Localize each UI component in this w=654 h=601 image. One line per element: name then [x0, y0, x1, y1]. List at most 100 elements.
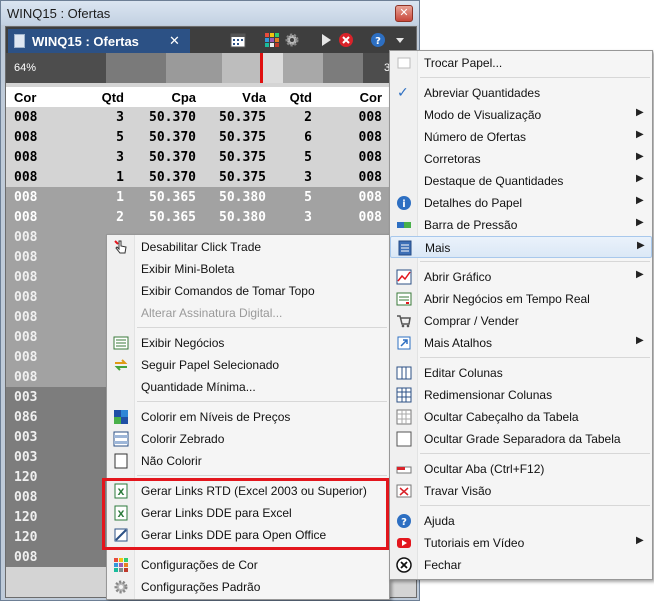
- table-cell: 008: [14, 210, 38, 225]
- table-row[interactable]: 008 3 50.370 50.375 5 008: [6, 147, 416, 167]
- menu-item-ajuda[interactable]: ? Ajuda: [390, 510, 652, 532]
- menu-item-disable-click-trade[interactable]: Desabilitar Click Trade: [107, 236, 389, 258]
- table-cell: 50.370: [149, 170, 196, 185]
- col-header[interactable]: Cor: [14, 90, 36, 105]
- color-grid-icon[interactable]: [264, 32, 280, 48]
- menu-item-label: Alterar Assinatura Digital...: [141, 306, 283, 320]
- menu-item-label: Exibir Mini-Boleta: [141, 262, 235, 276]
- menu-item-fechar[interactable]: Fechar: [390, 554, 652, 576]
- menu-separator: [420, 505, 650, 506]
- menu-item-editar-colunas[interactable]: Editar Colunas: [390, 362, 652, 384]
- menu-item-mini-boleta[interactable]: Exibir Mini-Boleta: [107, 258, 389, 280]
- table-cell: 003: [14, 430, 38, 445]
- col-header[interactable]: Vda: [196, 90, 266, 105]
- play-icon[interactable]: [318, 32, 334, 48]
- col-header[interactable]: Qtd: [266, 90, 312, 105]
- menu-item-barra-pressao[interactable]: Barra de Pressão ▶: [390, 214, 652, 236]
- col-header[interactable]: Cpa: [126, 90, 196, 105]
- menu-item-tutoriais[interactable]: Tutoriais em Vídeo ▶: [390, 532, 652, 554]
- table-cell: 50.375: [219, 170, 266, 185]
- table-cell: 50.370: [149, 150, 196, 165]
- stop-icon[interactable]: [338, 32, 354, 48]
- table-cell: 2: [116, 210, 124, 225]
- window-close-button[interactable]: ✕: [395, 5, 413, 22]
- table-cell: 008: [14, 370, 38, 385]
- menu-item-top-commands[interactable]: Exibir Comandos de Tomar Topo: [107, 280, 389, 302]
- menu-item-color-levels[interactable]: Colorir em Níveis de Preços: [107, 406, 389, 428]
- menu-item-travar[interactable]: Travar Visão: [390, 480, 652, 502]
- table-cell: 008: [14, 350, 38, 365]
- table-row[interactable]: 008 1 50.370 50.375 3 008: [6, 167, 416, 187]
- pressure-bar-icon: [397, 222, 411, 228]
- menu-item-ocultar-grade[interactable]: Ocultar Grade Separadora da Tabela: [390, 428, 652, 450]
- table-cell: 6: [304, 130, 312, 145]
- window-titlebar[interactable]: WINQ15 : Ofertas ✕: [1, 1, 419, 25]
- table-header-icon: [396, 409, 412, 425]
- window-title: WINQ15 : Ofertas: [7, 6, 111, 21]
- menu-item-abreviar[interactable]: ✓ Abreviar Quantidades: [390, 82, 652, 104]
- trades-list-icon: [113, 336, 129, 350]
- svg-text:i: i: [402, 199, 405, 210]
- menu-item-ocultar-aba[interactable]: Ocultar Aba (Ctrl+F12): [390, 458, 652, 480]
- menu-item-no-color[interactable]: Não Colorir: [107, 450, 389, 472]
- menu-item-color-zebra[interactable]: Colorir Zebrado: [107, 428, 389, 450]
- menu-item-detalhes[interactable]: i Detalhes do Papel ▶: [390, 192, 652, 214]
- menu-item-modo-vis[interactable]: Modo de Visualização ▶: [390, 104, 652, 126]
- blank-square-icon: [114, 453, 128, 469]
- col-header[interactable]: Cor: [322, 90, 382, 105]
- table-row[interactable]: 008 2 50.365 50.380 3 008: [6, 207, 416, 227]
- menu-item-comprar-vender[interactable]: Comprar / Vender: [390, 310, 652, 332]
- table-cell: 008: [14, 190, 38, 205]
- menu-item-abrir-grafico[interactable]: Abrir Gráfico ▶: [390, 266, 652, 288]
- menu-item-label: Destaque de Quantidades: [424, 174, 564, 188]
- menu-item-corretoras[interactable]: Corretoras ▶: [390, 148, 652, 170]
- table-row[interactable]: 008 1 50.365 50.380 5 008: [6, 187, 416, 207]
- dropdown-icon[interactable]: [392, 32, 408, 48]
- menu-item-label: Configurações Padrão: [141, 580, 261, 594]
- table-cell: 008: [358, 170, 382, 185]
- svg-text:?: ?: [375, 36, 381, 47]
- tab-close-icon[interactable]: ✕: [169, 33, 180, 49]
- menu-item-default-config[interactable]: Configurações Padrão: [107, 576, 389, 598]
- table-cell: 008: [14, 170, 38, 185]
- menu-separator: [420, 77, 650, 78]
- resize-columns-icon: [396, 387, 412, 403]
- tab-winq15[interactable]: WINQ15 : Ofertas ✕: [8, 29, 190, 53]
- table-cell: 50.375: [219, 110, 266, 125]
- submenu-arrow-icon: ▶: [636, 129, 644, 140]
- menu-item-negocios-tr[interactable]: Abrir Negócios em Tempo Real: [390, 288, 652, 310]
- submenu-arrow-icon: ▶: [636, 173, 644, 184]
- help-icon[interactable]: ?: [370, 32, 386, 48]
- gear-icon: [114, 580, 128, 594]
- col-header[interactable]: Qtd: [66, 90, 124, 105]
- menu-item-label: Mais: [425, 241, 451, 255]
- menu-item-num-ofertas[interactable]: Número de Ofertas ▶: [390, 126, 652, 148]
- table-row[interactable]: 008 3 50.370 50.375 2 008: [6, 107, 416, 127]
- menu-item-label: Não Colorir: [141, 454, 202, 468]
- menu-item-label: Ocultar Cabeçalho da Tabela: [424, 410, 579, 424]
- menu-item-label: Tutoriais em Vídeo: [424, 536, 525, 550]
- menu-item-min-qty[interactable]: Quantidade Mínima...: [107, 376, 389, 398]
- gear-icon[interactable]: [284, 32, 300, 48]
- edit-columns-icon: [396, 366, 412, 380]
- submenu-arrow-icon: ▶: [636, 107, 644, 118]
- menu-item-label: Abrir Negócios em Tempo Real: [424, 292, 590, 306]
- menu-item-show-trades[interactable]: Exibir Negócios: [107, 332, 389, 354]
- table-cell: 50.365: [149, 210, 196, 225]
- table-cell: 008: [14, 330, 38, 345]
- menu-item-redim-colunas[interactable]: Redimensionar Colunas: [390, 384, 652, 406]
- menu-item-trocar-papel[interactable]: Trocar Papel...: [390, 52, 652, 74]
- menu-item-follow-paper[interactable]: Seguir Papel Selecionado: [107, 354, 389, 376]
- table-cell: 008: [14, 550, 38, 565]
- menu-item-destaque[interactable]: Destaque de Quantidades ▶: [390, 170, 652, 192]
- menu-item-label: Ajuda: [424, 514, 455, 528]
- table-row[interactable]: 008 5 50.370 50.375 6 008: [6, 127, 416, 147]
- menu-item-ocultar-cab[interactable]: Ocultar Cabeçalho da Tabela: [390, 406, 652, 428]
- table-cell: 008: [358, 190, 382, 205]
- menu-item-label: Modo de Visualização: [424, 108, 542, 122]
- menu-item-atalhos[interactable]: Mais Atalhos ▶: [390, 332, 652, 354]
- menu-item-mais[interactable]: Mais ▶: [390, 236, 652, 258]
- menu-item-color-config[interactable]: Configurações de Cor: [107, 554, 389, 576]
- calendar-icon[interactable]: [230, 32, 246, 48]
- cart-icon: [397, 315, 411, 328]
